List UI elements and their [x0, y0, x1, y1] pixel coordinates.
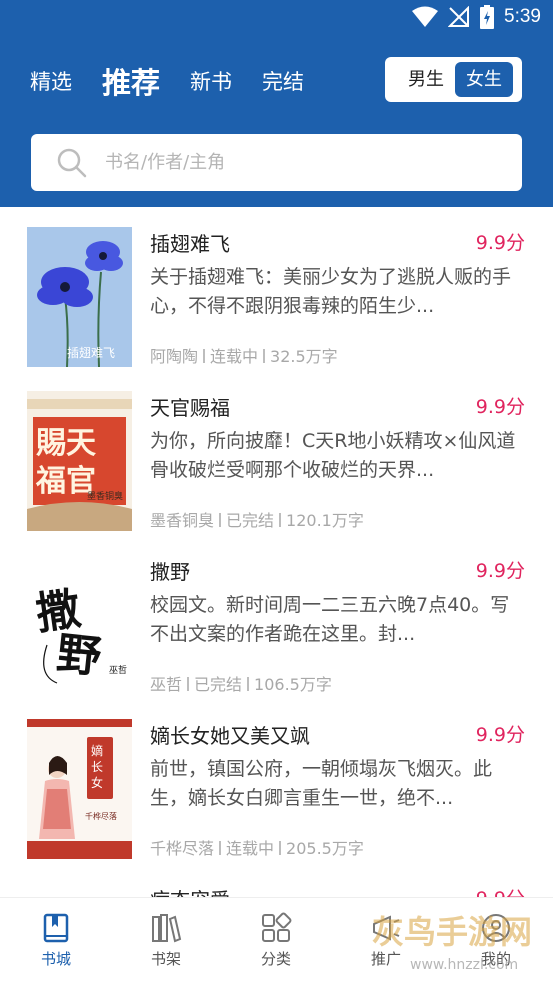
book-author: 千桦尽落 [150, 839, 215, 858]
svg-text:女: 女 [91, 775, 103, 790]
profile-icon [482, 914, 510, 942]
nav-bookstore[interactable]: 书城 [16, 912, 96, 969]
bottom-nav: 书城 书架 分类 推广 我的 [0, 897, 553, 983]
nav-label: 分类 [260, 950, 291, 968]
book-words: 205.5万字 [286, 839, 364, 858]
gender-male-option[interactable]: 男生 [397, 62, 455, 97]
nav-label: 推广 [370, 950, 401, 968]
book-status: 连载中 [210, 347, 259, 366]
search-input[interactable] [105, 134, 505, 191]
book-title: 插翅难飞 [150, 232, 230, 256]
book-words: 106.5万字 [254, 675, 332, 694]
book-score: 9.9分 [475, 560, 525, 582]
search-box[interactable] [31, 134, 522, 191]
book-title: 病态宠爱 [150, 884, 230, 897]
book-score: 9.9分 [476, 884, 525, 897]
book-description: 关于插翅难飞：美丽少女为了逃脱人贩的手心，不得不跟阴狠毒辣的陌生少... [150, 266, 512, 317]
book-author: 墨香铜臭 [150, 511, 215, 530]
battery-icon [480, 5, 495, 29]
svg-text:巫哲: 巫哲 [109, 665, 127, 676]
svg-text:賜天: 賜天 [36, 426, 96, 461]
svg-text:插翅难飞: 插翅难飞 [67, 345, 115, 360]
tab-new-books[interactable]: 新书 [190, 66, 232, 96]
search-icon [57, 148, 87, 178]
svg-text:千桦尽落: 千桦尽落 [85, 811, 117, 821]
book-title: 天官赐福 [150, 396, 230, 420]
nav-label: 书城 [40, 950, 71, 968]
header: 5:39 精选 推荐 新书 完结 男生 女生 [0, 0, 553, 207]
book-meta: 墨香铜臭 已完结 120.1万字 [150, 507, 364, 531]
status-time: 5:39 [504, 6, 541, 27]
book-status: 已完结 [226, 511, 275, 530]
book-score: 9.9分 [475, 396, 525, 418]
svg-text:墨香铜臭: 墨香铜臭 [87, 490, 123, 502]
tab-completed[interactable]: 完结 [262, 66, 304, 96]
gender-female-option[interactable]: 女生 [455, 62, 513, 97]
book-meta: 巫哲 已完结 106.5万字 [150, 671, 332, 695]
book-words: 120.1万字 [286, 511, 364, 530]
wifi-icon [412, 6, 439, 27]
book-icon [43, 913, 69, 943]
book-words: 32.5万字 [270, 347, 338, 366]
nav-label: 我的 [480, 950, 511, 968]
book-cover[interactable]: 插翅难飞 [27, 227, 132, 367]
book-score: 9.9分 [475, 724, 525, 746]
book-score: 9.9分 [475, 232, 525, 254]
book-status: 连载中 [226, 839, 275, 858]
book-cover[interactable]: 嫡 长 女 千桦尽落 [27, 719, 132, 859]
bookshelf-icon [152, 914, 182, 943]
book-title: 撒野 [150, 560, 190, 584]
book-author: 阿陶陶 [150, 347, 199, 366]
book-item[interactable]: 嫡 长 女 千桦尽落 嫡长女她又美又飒 9.9分 前世，镇国公府，一朝倾塌灰飞烟… [0, 699, 553, 863]
tab-featured[interactable]: 精选 [30, 66, 72, 96]
book-meta: 阿陶陶 连载中 32.5万字 [150, 343, 338, 367]
promote-icon [373, 915, 400, 941]
book-title: 嫡长女她又美又飒 [150, 724, 310, 748]
nav-promote[interactable]: 推广 [346, 912, 426, 969]
nav-label: 书架 [150, 950, 181, 968]
nav-profile[interactable]: 我的 [456, 912, 536, 969]
book-item[interactable]: 插翅难飞 插翅难飞 9.9分 关于插翅难飞：美丽少女为了逃脱人贩的手心，不得不跟… [0, 207, 553, 371]
book-description: 前世，镇国公府，一朝倾塌灰飞烟灭。此生，嫡长女白卿言重生一世，绝不... [150, 758, 493, 809]
category-icon [262, 912, 292, 942]
svg-text:长: 长 [91, 760, 103, 774]
tab-recommend[interactable]: 推荐 [102, 60, 160, 102]
book-status: 已完结 [194, 675, 243, 694]
status-bar: 5:39 [0, 0, 553, 38]
top-tabs: 精选 推荐 新书 完结 [30, 58, 334, 104]
book-cover[interactable]: 賜天 福官 墨香铜臭 [27, 391, 132, 531]
book-item[interactable]: 賜天 福官 墨香铜臭 天官赐福 9.9分 为你，所向披靡！C天R地小妖精攻×仙风… [0, 371, 553, 535]
book-author: 巫哲 [150, 675, 183, 694]
nav-bookshelf[interactable]: 书架 [126, 912, 206, 969]
book-item[interactable]: 撒 野 巫哲 撒野 9.9分 校园文。新时间周一二三五六晚7点40。写不出文案的… [0, 535, 553, 699]
book-cover[interactable]: 撒 野 巫哲 [27, 555, 132, 695]
book-description: 为你，所向披靡！C天R地小妖精攻×仙风道骨收破烂受啊那个收破烂的天界... [150, 430, 516, 481]
svg-text:嫡: 嫡 [91, 743, 103, 758]
book-description: 校园文。新时间周一二三五六晚7点40。写不出文案的作者跪在这里。封... [150, 594, 510, 645]
book-item[interactable]: 病态宠爱 9.9分 [0, 863, 553, 897]
svg-text:野: 野 [54, 628, 103, 683]
book-meta: 千桦尽落 连载中 205.5万字 [150, 835, 364, 859]
no-signal-icon [448, 6, 470, 27]
gender-toggle: 男生 女生 [385, 57, 522, 102]
book-cover[interactable] [27, 883, 132, 897]
book-list: 插翅难飞 插翅难飞 9.9分 关于插翅难飞：美丽少女为了逃脱人贩的手心，不得不跟… [0, 207, 553, 897]
nav-category[interactable]: 分类 [236, 912, 316, 969]
